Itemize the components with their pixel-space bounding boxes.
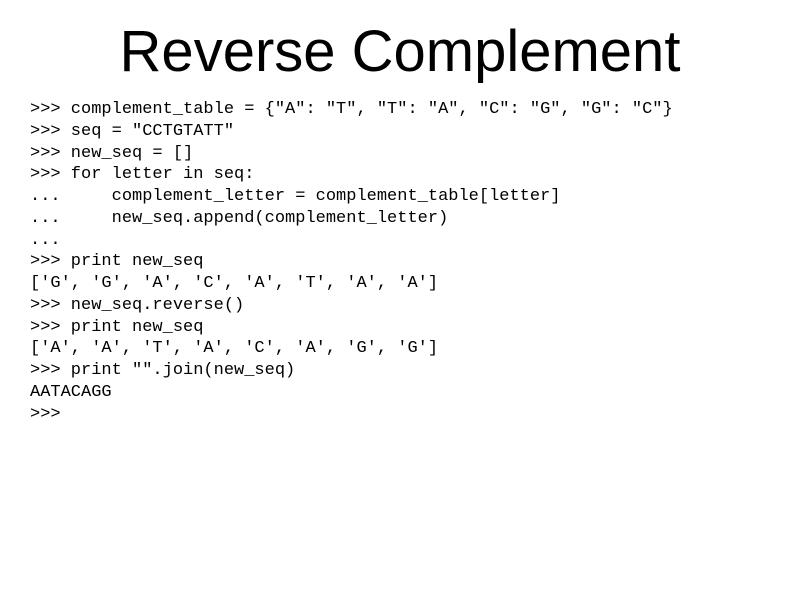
code-block: >>> complement_table = {"A": "T", "T": "… <box>30 99 770 425</box>
slide: Reverse Complement >>> complement_table … <box>0 0 800 600</box>
page-title: Reverse Complement <box>30 18 770 85</box>
